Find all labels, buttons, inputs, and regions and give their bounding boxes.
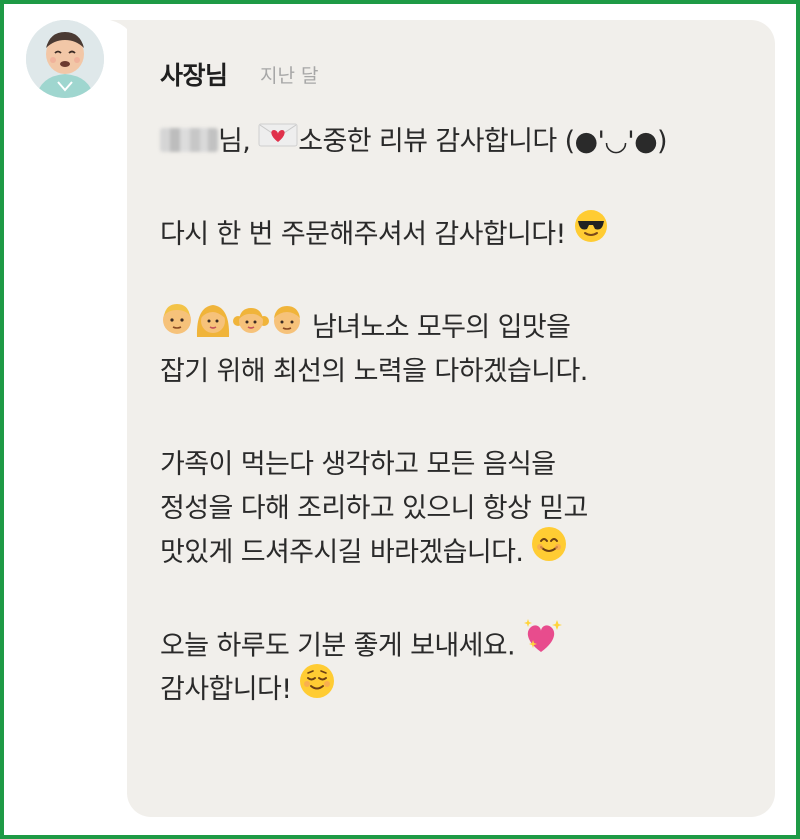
message-line-7: 맛있게 드셔주시길 바라겠습니다. [160,526,760,575]
reply-message: 님, 소중한 리뷰 감사합니다 (●'◡'●) 다시 한 번 주문해주셔서 감사… [160,120,760,712]
owner-avatar-icon [26,20,104,98]
smiling-face-icon [531,526,567,576]
message-line-1: 님, 소중한 리뷰 감사합니다 (●'◡'●) [160,120,760,164]
message-line-5: 가족이 먹는다 생각하고 모든 음식을 [160,443,760,487]
line-1-name-suffix: 님, [218,126,259,157]
girl-face-icon [232,301,270,351]
message-line-6: 정성을 다해 조리하고 있으니 항상 믿고 [160,487,760,531]
message-line-3: 남녀노소 모두의 입맛을 [160,303,760,350]
relieved-face-icon [299,663,335,713]
line-2-text: 다시 한 번 주문해주셔서 감사합니다! [160,219,574,250]
line-7-text: 맛있게 드셔주시길 바라겠습니다. [160,537,532,568]
bubble-tail [110,20,134,44]
boy-face-icon [270,301,304,351]
line-8-text: 오늘 하루도 기분 좋게 보내세요. [160,630,524,662]
line-5-text: 가족이 먹는다 생각하고 모든 음식을 [160,449,556,480]
author-name: 사장님 [160,61,228,90]
line-9-text: 감사합니다! [160,674,300,705]
message-line-2: 다시 한 번 주문해주셔서 감사합니다! [160,209,760,257]
redacted-username [160,127,218,152]
message-line-9: 감사합니다! [160,663,760,712]
sunglasses-face-icon [574,209,608,257]
sparkling-heart-icon [523,618,563,670]
message-line-4: 잡기 위해 최선의 노력을 다하겠습니다. [160,350,760,394]
message-line-8: 오늘 하루도 기분 좋게 보내세요. [160,619,760,668]
line-4-text: 잡기 위해 최선의 노력을 다하겠습니다. [160,356,588,387]
line-3-text: 남녀노소 모두의 입맛을 [304,312,571,343]
man-face-icon [160,301,194,351]
line-1-text: 소중한 리뷰 감사합니다 (●'◡'●) [298,126,667,157]
timestamp: 지난 달 [260,65,319,87]
love-letter-icon [258,118,298,162]
woman-face-icon [194,301,232,351]
owner-avatar[interactable] [26,20,104,98]
line-6-text: 정성을 다해 조리하고 있으니 항상 믿고 [160,493,588,524]
